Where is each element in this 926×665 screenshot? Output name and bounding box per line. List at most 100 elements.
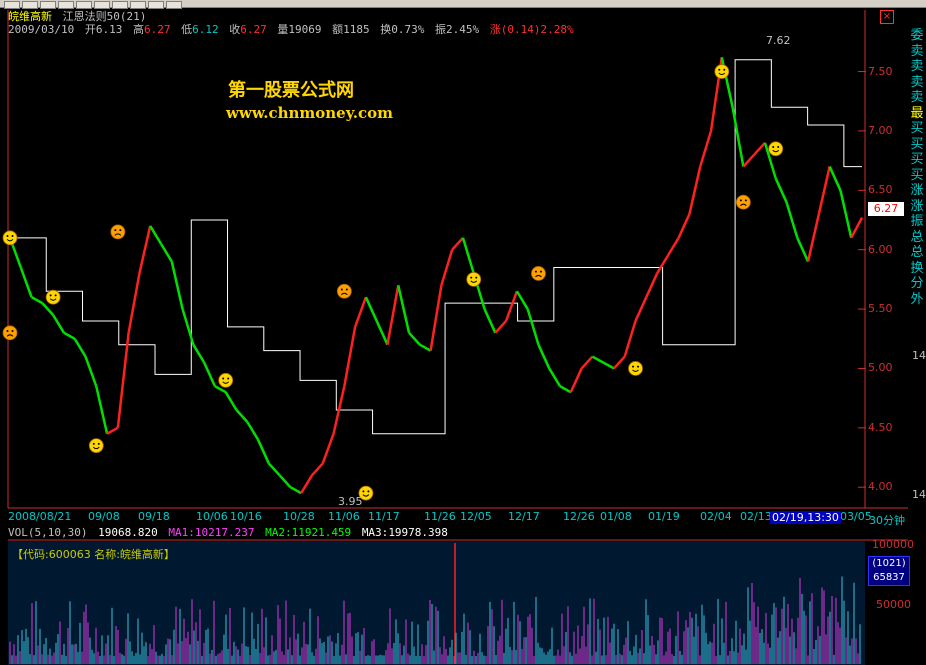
- right-panel-label[interactable]: 卖: [908, 90, 926, 106]
- price-segment: [278, 474, 292, 489]
- price-segment: [353, 296, 368, 328]
- right-panel-label[interactable]: 买: [908, 137, 926, 153]
- price-segment: [364, 296, 378, 322]
- smile-marker-icon: [768, 141, 784, 157]
- right-panel-label[interactable]: 委: [908, 28, 926, 44]
- price-segment: [343, 326, 357, 387]
- price-segment: [515, 290, 529, 310]
- price-segment: [623, 320, 637, 357]
- right-panel-label[interactable]: 买: [908, 152, 926, 168]
- right-panel-label[interactable]: 卖: [908, 75, 926, 91]
- right-panel-label[interactable]: 涨: [908, 183, 926, 199]
- price-segment: [73, 338, 87, 358]
- x-tick-label: 10/06: [196, 510, 228, 523]
- price-segment: [375, 320, 389, 346]
- frown-marker-icon: [531, 266, 546, 281]
- x-tick-label: 11/26: [424, 510, 456, 523]
- smile-marker-icon: [466, 271, 482, 287]
- ma1-value: 10217.237: [194, 526, 255, 539]
- volume-label: VOL(5,10,30): [8, 526, 88, 539]
- x-tick-label: 12/26: [563, 510, 595, 523]
- price-segment: [106, 426, 119, 435]
- right-panel-label[interactable]: 买: [908, 121, 926, 137]
- price-segment: [731, 106, 745, 167]
- price-segment: [602, 361, 615, 370]
- price-segment: [192, 344, 206, 364]
- price-segment: [19, 267, 33, 298]
- price-segment: [526, 308, 540, 346]
- price-segment: [677, 213, 691, 239]
- price-segment: [774, 177, 788, 203]
- right-panel-label[interactable]: 卖: [908, 44, 926, 60]
- price-segment: [397, 285, 411, 334]
- price-segment: [300, 474, 314, 494]
- y-tick-label: 6.00: [868, 242, 893, 256]
- price-segment: [634, 296, 648, 322]
- volume-box-line: 65837: [873, 572, 905, 583]
- right-panel-label[interactable]: 振: [908, 214, 926, 230]
- x-tick-label: 09/18: [138, 510, 170, 523]
- x-tick-label: 10/28: [283, 510, 315, 523]
- price-segment: [613, 355, 626, 370]
- price-segment: [321, 433, 335, 464]
- stock-code-label: 【代码:600063 名称:皖维高新】: [12, 548, 175, 561]
- price-segment: [688, 166, 702, 215]
- price-segment: [645, 272, 659, 298]
- x-tick-label: 10/16: [230, 510, 262, 523]
- right-panel-label[interactable]: 最: [908, 106, 926, 122]
- right-panel-label[interactable]: 卖: [908, 59, 926, 75]
- price-segment: [84, 356, 98, 387]
- right-panel-label[interactable]: 总: [908, 245, 926, 261]
- price-segment: [386, 285, 400, 345]
- price-segment: [828, 166, 842, 191]
- y-tick-label: 4.00: [868, 480, 893, 494]
- price-chart[interactable]: [0, 0, 926, 665]
- right-panel-number: 14: [912, 488, 926, 501]
- right-panel-label[interactable]: 分: [908, 276, 926, 292]
- price-segment: [429, 285, 443, 351]
- price-segment: [559, 385, 572, 394]
- right-panel-label[interactable]: 总: [908, 230, 926, 246]
- price-segment: [504, 290, 519, 322]
- price-segment: [817, 166, 831, 215]
- price-segment: [30, 296, 43, 305]
- x-axis: 2008/08/21 09/08 09/18 10/06 10/16 10/28 11/06…: [8, 510, 873, 524]
- volume-value: 19068.820: [98, 526, 158, 539]
- x-tick-label: 11/17: [368, 510, 400, 523]
- right-panel-label[interactable]: 换: [908, 261, 926, 277]
- y-tick-label: 7.50: [868, 64, 893, 78]
- y-tick-label: 6.50: [868, 183, 893, 197]
- volume-info-box: (1021) 65837: [868, 556, 910, 586]
- price-segment: [806, 213, 821, 262]
- watermark-url: www.chnmoney.com: [226, 104, 393, 122]
- right-panel-label[interactable]: 外: [908, 292, 926, 308]
- smile-marker-icon: [45, 289, 61, 305]
- right-panel-number: 14: [912, 349, 926, 362]
- smile-marker-icon: [628, 361, 643, 376]
- ma3-value: 19978.398: [388, 526, 448, 539]
- price-segment: [796, 237, 810, 263]
- price-segment: [548, 367, 562, 387]
- frown-marker-icon: [110, 224, 126, 240]
- frown-marker-icon: [735, 194, 751, 210]
- price-segment: [170, 261, 184, 310]
- price-segment: [159, 243, 173, 263]
- right-panel-label[interactable]: 买: [908, 168, 926, 184]
- price-segment: [246, 421, 260, 441]
- x-tick-label: 03/05: [840, 510, 872, 523]
- right-panel-label[interactable]: 涨: [908, 199, 926, 215]
- price-segment: [580, 355, 594, 370]
- frown-marker-icon: [336, 283, 352, 299]
- price-segment: [483, 308, 497, 334]
- volume-axis-tick: 100000: [872, 538, 914, 551]
- watermark-title: 第一股票公式网: [228, 80, 354, 101]
- price-segment: [839, 190, 853, 239]
- period-label[interactable]: 30分钟: [869, 512, 905, 528]
- price-segment: [666, 237, 680, 257]
- price-segment: [569, 367, 583, 393]
- price-segment: [408, 331, 421, 346]
- price-segment: [256, 439, 270, 464]
- y-tick-label: 5.00: [868, 361, 893, 375]
- price-segment: [850, 217, 864, 239]
- x-tick-label: 11/06: [328, 510, 360, 523]
